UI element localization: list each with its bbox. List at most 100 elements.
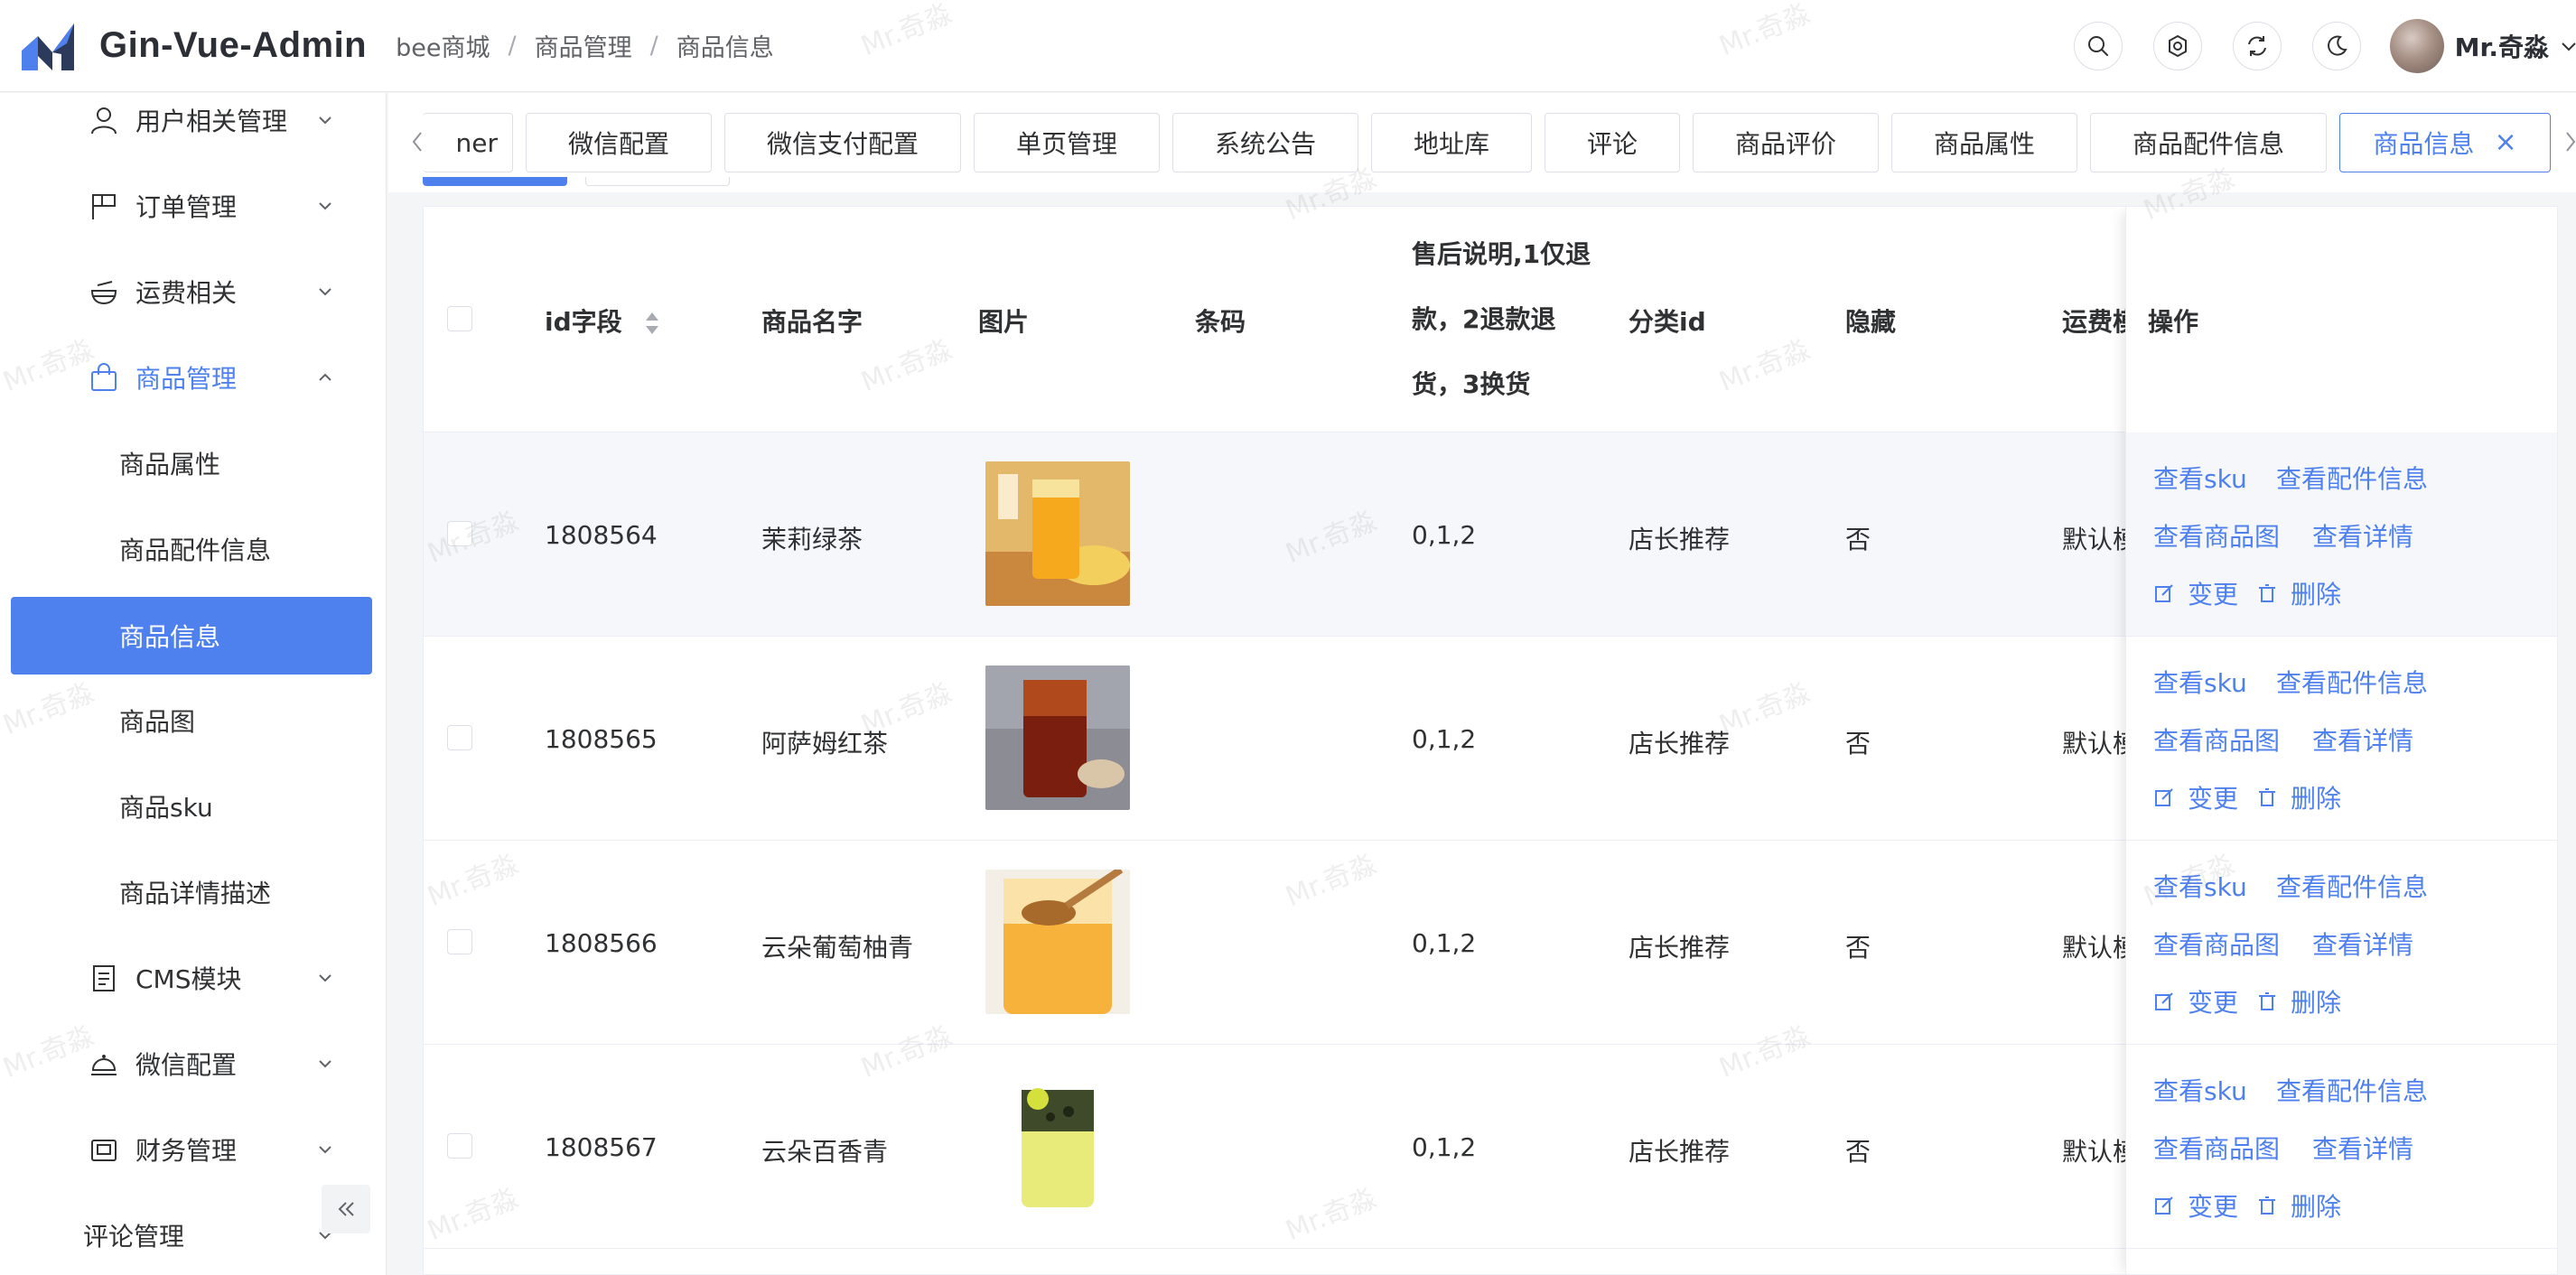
cell-id: 1808564 (545, 520, 658, 550)
cell-hidden: 否 (1845, 729, 1871, 758)
sidebar-subitem-goods-detail[interactable]: 商品详情描述 (0, 849, 387, 935)
tab-label: 地址库 (1413, 129, 1489, 159)
sidebar-item-cms[interactable]: CMS模块 (0, 935, 387, 1020)
sidebar-item-user-management[interactable]: 用户相关管理 (0, 77, 387, 163)
sidebar-item-label: 商品管理 (135, 363, 238, 394)
sidebar-subitem-goods-sku[interactable]: 商品sku (0, 763, 387, 849)
edit-button[interactable]: 变更 (2153, 575, 2238, 611)
sidebar-item-orders[interactable]: 订单管理 (0, 163, 387, 248)
toolbar-secondary-button-edge[interactable] (585, 177, 730, 186)
sidebar-item-finance[interactable]: 财务管理 (0, 1106, 387, 1192)
sidebar-collapse-button[interactable] (322, 1185, 370, 1233)
sidebar: 用户相关管理 订单管理 运费相关 商品管理 商品属性 商品配件信息 商品信息 商… (0, 93, 387, 1275)
chevron-down-icon (319, 116, 331, 124)
row-actions: 查看sku 查看配件信息 查看商品图 查看详情 变更 删除 (2126, 1045, 2557, 1249)
view-parts-link[interactable]: 查看配件信息 (2276, 460, 2428, 496)
tab-wechat-pay-config[interactable]: 微信支付配置 (724, 113, 961, 172)
view-sku-link[interactable]: 查看sku (2153, 460, 2247, 496)
view-detail-link[interactable]: 查看详情 (2312, 926, 2413, 962)
settings-button[interactable] (2152, 22, 2202, 70)
goods-image-red-tea[interactable] (985, 665, 1130, 810)
cell-id: 1808566 (545, 928, 658, 958)
delete-button[interactable]: 删除 (2256, 779, 2341, 815)
goods-image-grapefruit-tea[interactable] (985, 870, 1130, 1014)
tab-partial[interactable]: ner (423, 113, 513, 172)
view-detail-link[interactable]: 查看详情 (2312, 1130, 2413, 1166)
tab-goods-reviews[interactable]: 商品评价 (1693, 113, 1879, 172)
view-images-link[interactable]: 查看商品图 (2153, 517, 2280, 554)
delete-label: 删除 (2291, 784, 2342, 814)
row-checkbox[interactable] (447, 521, 472, 546)
goods-image-orange-tea[interactable] (985, 461, 1130, 606)
delete-button[interactable]: 删除 (2256, 575, 2341, 611)
edit-label: 变更 (2188, 1192, 2239, 1222)
view-sku-link[interactable]: 查看sku (2153, 868, 2247, 904)
breadcrumb-item-mall[interactable]: bee商城 (396, 28, 490, 63)
tab-goods-attributes[interactable]: 商品属性 (1891, 113, 2077, 172)
wallet-icon (91, 1139, 117, 1161)
delete-button[interactable]: 删除 (2256, 1187, 2341, 1224)
avatar[interactable] (2389, 19, 2444, 73)
view-sku-link[interactable]: 查看sku (2153, 1072, 2247, 1108)
refresh-button[interactable] (2232, 22, 2282, 70)
tab-system-notice[interactable]: 系统公告 (1172, 113, 1358, 172)
view-images-link[interactable]: 查看商品图 (2153, 721, 2280, 758)
view-sku-link[interactable]: 查看sku (2153, 664, 2247, 700)
view-parts-link[interactable]: 查看配件信息 (2276, 664, 2428, 700)
toolbar-primary-button-edge[interactable] (423, 177, 567, 186)
tab-label: 商品信息 (2373, 129, 2475, 159)
edit-button[interactable]: 变更 (2153, 779, 2238, 815)
select-all-checkbox[interactable] (447, 306, 472, 331)
cell-after-sale: 0,1,2 (1412, 724, 1477, 754)
search-button[interactable] (2073, 22, 2123, 70)
breadcrumb-item-goods-management[interactable]: 商品管理 (535, 28, 632, 63)
edit-button[interactable]: 变更 (2153, 1187, 2238, 1224)
tab-label: 商品评价 (1734, 129, 1836, 159)
view-parts-link[interactable]: 查看配件信息 (2276, 1072, 2428, 1108)
close-icon[interactable]: × (2494, 129, 2516, 156)
row-checkbox[interactable] (447, 1133, 472, 1159)
user-icon (91, 107, 117, 134)
row-actions: 查看sku 查看配件信息 查看商品图 查看详情 变更 删除 (2126, 433, 2557, 637)
tab-wechat-config[interactable]: 微信配置 (526, 113, 712, 172)
cell-category: 店长推荐 (1629, 525, 1731, 554)
sort-icon[interactable] (643, 310, 661, 337)
user-name[interactable]: Mr.奇淼 (2455, 28, 2549, 64)
tab-goods-info[interactable]: 商品信息 × (2339, 113, 2551, 172)
view-images-link[interactable]: 查看商品图 (2153, 926, 2280, 962)
chevron-down-icon (319, 1059, 331, 1067)
edit-icon (2155, 1196, 2173, 1215)
breadcrumb-separator: / (508, 32, 517, 60)
view-images-link[interactable]: 查看商品图 (2153, 1130, 2280, 1166)
sidebar-item-label: CMS模块 (135, 963, 242, 994)
view-parts-link[interactable]: 查看配件信息 (2276, 868, 2428, 904)
app-logo[interactable]: Gin-Vue-Admin (18, 18, 367, 74)
chevron-right-icon[interactable] (2560, 127, 2576, 156)
tab-single-page[interactable]: 单页管理 (974, 113, 1160, 172)
chevron-down-icon (319, 973, 331, 982)
edit-button[interactable]: 变更 (2153, 983, 2238, 1019)
row-checkbox[interactable] (447, 929, 472, 954)
tab-goods-parts[interactable]: 商品配件信息 (2090, 113, 2327, 172)
sidebar-item-wechat-config[interactable]: 微信配置 (0, 1020, 387, 1106)
sidebar-subitem-goods-images[interactable]: 商品图 (0, 677, 387, 763)
chevron-down-icon[interactable] (2558, 35, 2576, 57)
goods-image-passionfruit-tea[interactable] (1014, 1084, 1101, 1211)
sidebar-subitem-goods-parts[interactable]: 商品配件信息 (0, 506, 387, 591)
dark-mode-button[interactable] (2311, 22, 2361, 70)
delete-button[interactable]: 删除 (2256, 983, 2341, 1019)
view-detail-link[interactable]: 查看详情 (2312, 721, 2413, 758)
sidebar-item-goods-management[interactable]: 商品管理 (0, 334, 387, 420)
tab-address-library[interactable]: 地址库 (1371, 113, 1532, 172)
view-detail-link[interactable]: 查看详情 (2312, 517, 2413, 554)
sidebar-subitem-goods-attributes[interactable]: 商品属性 (0, 420, 387, 506)
row-checkbox[interactable] (447, 725, 472, 750)
sidebar-subitem-goods-info[interactable]: 商品信息 (11, 597, 372, 675)
tab-comments[interactable]: 评论 (1545, 113, 1680, 172)
trash-icon (2259, 788, 2275, 806)
sidebar-item-label: 用户相关管理 (135, 106, 288, 136)
sidebar-item-freight[interactable]: 运费相关 (0, 248, 387, 334)
row-actions: 查看sku 查看配件信息 查看商品图 查看详情 变更 删除 (2126, 841, 2557, 1045)
column-header-id[interactable]: id字段 (545, 302, 661, 339)
column-header-image: 图片 (978, 307, 1030, 337)
